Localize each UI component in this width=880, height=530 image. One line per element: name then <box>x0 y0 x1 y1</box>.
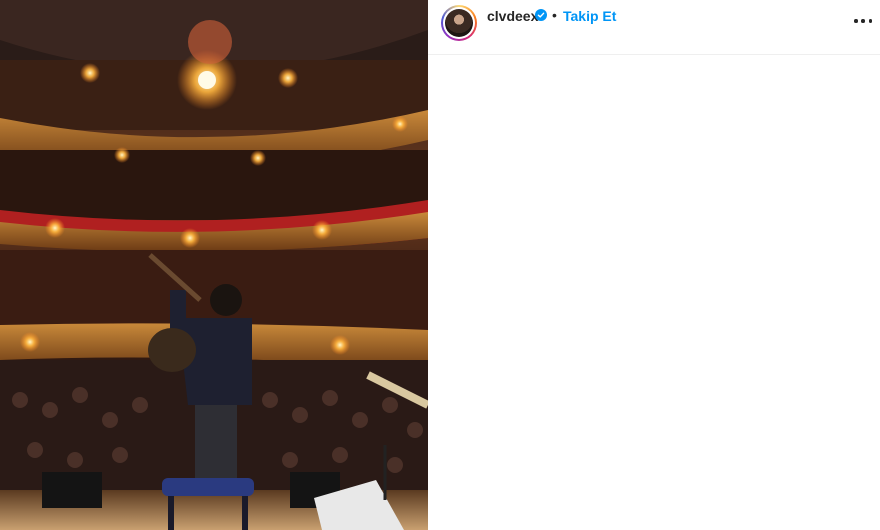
avatar-border <box>443 7 475 39</box>
more-dot <box>868 19 872 23</box>
more-dot <box>854 19 858 23</box>
post-image[interactable] <box>0 0 428 530</box>
follow-button[interactable]: Takip Et <box>563 8 616 24</box>
post-header: clvdeex • Takip Et <box>428 0 880 55</box>
username[interactable]: clvdeex <box>487 8 538 24</box>
avatar-image <box>445 9 473 37</box>
more-options-icon[interactable] <box>854 14 872 28</box>
post-side-panel: clvdeex • Takip Et <box>428 0 880 530</box>
more-dot <box>861 19 865 23</box>
concert-photo <box>0 0 428 530</box>
verified-badge-icon <box>535 9 547 21</box>
avatar[interactable] <box>441 5 477 41</box>
separator-dot: • <box>552 7 557 23</box>
